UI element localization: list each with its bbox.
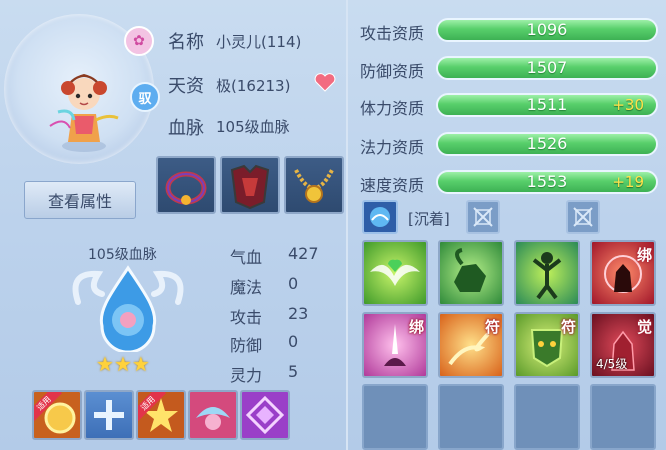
- attr-attack-value: 23: [288, 304, 309, 323]
- skill-slot-5[interactable]: 绑: [362, 312, 428, 378]
- skill-slot-3[interactable]: [514, 240, 580, 306]
- heart-icon[interactable]: [314, 72, 336, 92]
- star-icon: ★: [96, 352, 114, 376]
- trait-slot-empty-2[interactable]: [566, 200, 600, 234]
- skill-slot-empty[interactable]: [362, 384, 428, 450]
- talent-value: 极(16213): [216, 77, 291, 95]
- aptitude-attack-value: 1096: [526, 20, 568, 39]
- skill-slot-6[interactable]: 符: [438, 312, 504, 378]
- bloodline-stars: ★★★: [96, 352, 150, 376]
- bloodline-label: 血脉: [168, 118, 204, 139]
- trait-icon[interactable]: [362, 200, 398, 234]
- skill-slot-8[interactable]: 觉 4/5级: [590, 312, 656, 378]
- aptitude-speed-bar: 1553 +19: [436, 170, 658, 194]
- vine-figure-icon: [532, 252, 562, 300]
- name-value: 小灵儿(114): [216, 33, 302, 51]
- necklace-icon: [294, 169, 334, 203]
- talent-label: 天资: [168, 76, 204, 97]
- skill-slot-empty[interactable]: [590, 384, 656, 450]
- trait-label: [沉着]: [408, 210, 450, 228]
- aptitude-mana-bar: 1526: [436, 132, 658, 156]
- star-icon: ★: [131, 352, 150, 376]
- bloodline-value: 105级血脉: [216, 118, 290, 136]
- plus-icon: [94, 400, 124, 430]
- armor-icon: [230, 164, 270, 210]
- panel-divider: [346, 0, 348, 450]
- skill-slot-empty[interactable]: [514, 384, 580, 450]
- trait-slot-empty-1[interactable]: [466, 200, 500, 234]
- bloodline-title: 105级血脉: [88, 247, 157, 263]
- lotus-icon[interactable]: ✿: [124, 26, 154, 56]
- add-item-button[interactable]: [84, 390, 134, 440]
- view-attributes-button[interactable]: 查看属性: [24, 181, 136, 219]
- empty-slot-cross-icon: [573, 207, 593, 227]
- skill-slot-empty[interactable]: [438, 384, 504, 450]
- heart-wings-icon: [370, 259, 420, 286]
- ram-icon: [454, 248, 486, 292]
- bound-badge: 驭: [130, 82, 160, 112]
- skill-bound-tag: 绑: [636, 246, 652, 264]
- attr-defense-value: 0: [288, 332, 299, 351]
- aptitude-stamina-label: 体力资质: [360, 99, 425, 118]
- aptitude-defense-bar: 1507: [436, 56, 658, 80]
- skill-slot-2[interactable]: [438, 240, 504, 306]
- aptitude-mana-value: 1526: [526, 134, 568, 153]
- skill-slot-1[interactable]: [362, 240, 428, 306]
- skill-awaken-tag: 觉: [636, 318, 652, 336]
- item-slot-1[interactable]: 适用: [32, 390, 82, 440]
- aptitude-stamina-bar: 1511 +30: [436, 93, 658, 117]
- attr-hp-label: 气血: [230, 248, 263, 267]
- name-label: 名称: [168, 32, 204, 53]
- calm-eye-icon: [370, 207, 390, 227]
- skill-talisman-tag: 符: [560, 318, 576, 336]
- skill-talisman-tag: 符: [484, 318, 500, 336]
- aptitude-attack-bar: 1096: [436, 18, 658, 42]
- item-slot-5[interactable]: [240, 390, 290, 440]
- attr-mp-label: 魔法: [230, 278, 263, 297]
- collar-icon: [165, 171, 207, 205]
- attr-spirit-label: 灵力: [230, 366, 263, 385]
- aptitude-stamina-bonus: +30: [612, 96, 644, 114]
- skill-bound-tag: 绑: [408, 318, 424, 336]
- equip-slot-collar[interactable]: [156, 156, 216, 214]
- crystal-pattern-icon: [245, 395, 285, 435]
- empty-slot-cross-icon: [473, 207, 493, 227]
- item-slot-3[interactable]: 适用: [136, 390, 186, 440]
- equip-slot-necklace[interactable]: [284, 156, 344, 214]
- aptitude-defense-label: 防御资质: [360, 62, 425, 81]
- attr-hp-value: 427: [288, 244, 319, 263]
- star-icon: ★: [113, 352, 132, 376]
- attr-attack-label: 攻击: [230, 308, 263, 327]
- aptitude-attack-label: 攻击资质: [360, 24, 425, 43]
- pet-portrait-icon[interactable]: [44, 54, 124, 154]
- aptitude-speed-bonus: +19: [612, 173, 644, 191]
- skill-level-label: 4/5级: [596, 357, 628, 371]
- wing-spirit-icon: [196, 407, 230, 430]
- skill-slot-4[interactable]: 绑: [590, 240, 656, 306]
- aptitude-mana-label: 法力资质: [360, 138, 425, 157]
- attr-defense-label: 防御: [230, 336, 263, 355]
- attr-mp-value: 0: [288, 274, 299, 293]
- bloodline-emblem-icon[interactable]: [58, 262, 198, 352]
- equip-slot-armor[interactable]: [220, 156, 280, 214]
- aptitude-defense-value: 1507: [526, 58, 568, 77]
- item-slot-4[interactable]: [188, 390, 238, 440]
- aptitude-speed-label: 速度资质: [360, 176, 425, 195]
- skill-slot-7[interactable]: 符: [514, 312, 580, 378]
- attr-spirit-value: 5: [288, 362, 299, 381]
